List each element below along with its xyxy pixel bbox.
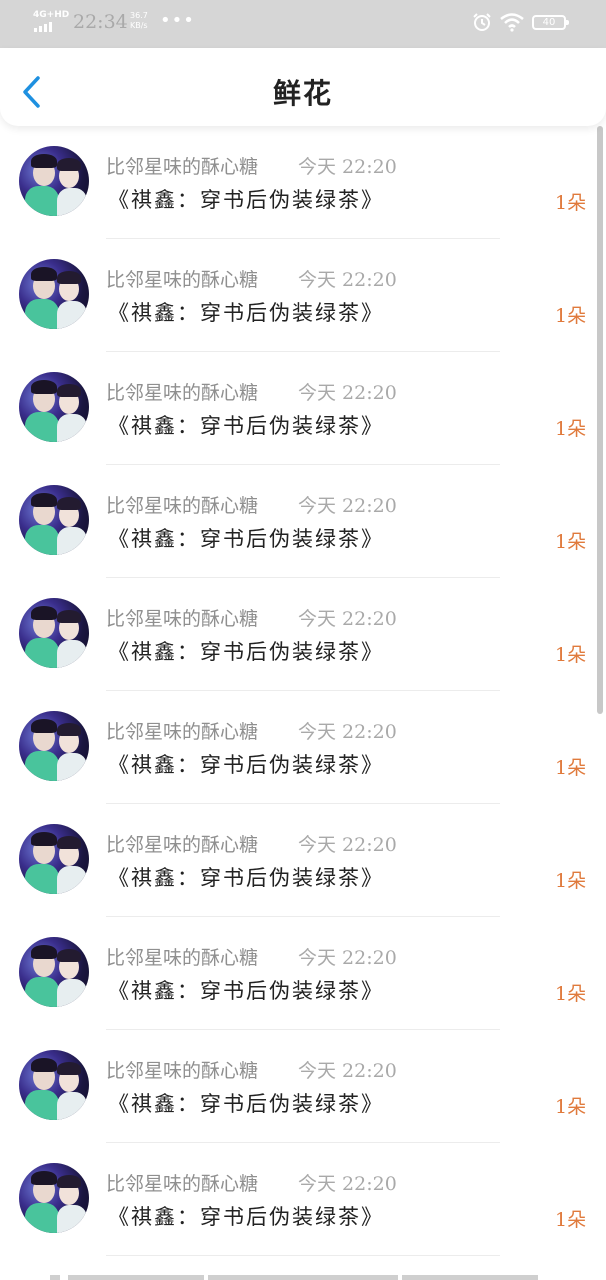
- avatar[interactable]: [19, 259, 89, 329]
- status-time: 22:34: [73, 11, 128, 33]
- avatar[interactable]: [19, 372, 89, 442]
- page-title: 鲜花: [272, 77, 333, 110]
- signal-icon: [34, 22, 58, 32]
- list-item[interactable]: 比邻星味的酥心糖 今天 22:20 《祺鑫：穿书后伪装绿茶》 1朵: [0, 1030, 606, 1143]
- battery-icon: 40: [532, 15, 569, 30]
- wifi-icon: [500, 13, 524, 32]
- book-title[interactable]: 《祺鑫：穿书后伪装绿茶》: [108, 636, 384, 666]
- book-title[interactable]: 《祺鑫：穿书后伪装绿茶》: [108, 410, 384, 440]
- username[interactable]: 比邻星味的酥心糖: [106, 265, 258, 292]
- list-item[interactable]: 比邻星味的酥心糖 今天 22:20 《祺鑫：穿书后伪装绿茶》 1朵: [0, 126, 606, 239]
- list-item[interactable]: 比邻星味的酥心糖 今天 22:20 《祺鑫：穿书后伪装绿茶》 1朵: [0, 1143, 606, 1256]
- list-item[interactable]: 比邻星味的酥心糖 今天 22:20 《祺鑫：穿书后伪装绿茶》 1朵: [0, 239, 606, 352]
- flower-count: 1朵: [555, 983, 587, 1005]
- book-title[interactable]: 《祺鑫：穿书后伪装绿茶》: [108, 1088, 384, 1118]
- timestamp: 今天 22:20: [298, 1060, 397, 1082]
- flower-count: 1朵: [555, 870, 587, 892]
- timestamp: 今天 22:20: [298, 608, 397, 630]
- timestamp: 今天 22:20: [298, 1173, 397, 1195]
- flower-record-list[interactable]: 比邻星味的酥心糖 今天 22:20 《祺鑫：穿书后伪装绿茶》 1朵 比邻星味的酥…: [0, 126, 606, 1262]
- avatar[interactable]: [19, 146, 89, 216]
- list-item[interactable]: 比邻星味的酥心糖 今天 22:20 《祺鑫：穿书后伪装绿茶》 1朵: [0, 465, 606, 578]
- avatar[interactable]: [19, 1050, 89, 1120]
- avatar[interactable]: [19, 485, 89, 555]
- nav-header: 鲜花: [0, 48, 606, 126]
- username[interactable]: 比邻星味的酥心糖: [106, 943, 258, 970]
- username[interactable]: 比邻星味的酥心糖: [106, 378, 258, 405]
- list-item[interactable]: 比邻星味的酥心糖 今天 22:20 《祺鑫：穿书后伪装绿茶》 1朵: [0, 578, 606, 691]
- book-title[interactable]: 《祺鑫：穿书后伪装绿茶》: [108, 975, 384, 1005]
- book-title[interactable]: 《祺鑫：穿书后伪装绿茶》: [108, 749, 384, 779]
- avatar[interactable]: [19, 1163, 89, 1233]
- speed-unit: KB/s: [130, 21, 148, 30]
- flower-count: 1朵: [555, 1209, 587, 1231]
- flower-count: 1朵: [555, 531, 587, 553]
- avatar[interactable]: [19, 824, 89, 894]
- username[interactable]: 比邻星味的酥心糖: [106, 830, 258, 857]
- alarm-icon: [473, 13, 491, 31]
- username[interactable]: 比邻星味的酥心糖: [106, 491, 258, 518]
- avatar[interactable]: [19, 937, 89, 1007]
- network-type: 4G+HD: [33, 10, 70, 20]
- timestamp: 今天 22:20: [298, 382, 397, 404]
- flower-count: 1朵: [555, 305, 587, 327]
- list-item[interactable]: 比邻星味的酥心糖 今天 22:20 《祺鑫：穿书后伪装绿茶》 1朵: [0, 352, 606, 465]
- divider: [106, 1255, 500, 1256]
- flower-count: 1朵: [555, 644, 587, 666]
- book-title[interactable]: 《祺鑫：穿书后伪装绿茶》: [108, 523, 384, 553]
- flower-count: 1朵: [555, 418, 587, 440]
- timestamp: 今天 22:20: [298, 495, 397, 517]
- username[interactable]: 比邻星味的酥心糖: [106, 1169, 258, 1196]
- username[interactable]: 比邻星味的酥心糖: [106, 152, 258, 179]
- next-item-edge: [0, 1272, 606, 1280]
- list-item[interactable]: 比邻星味的酥心糖 今天 22:20 《祺鑫：穿书后伪装绿茶》 1朵: [0, 917, 606, 1030]
- flower-count: 1朵: [555, 757, 587, 779]
- timestamp: 今天 22:20: [298, 947, 397, 969]
- flower-count: 1朵: [555, 192, 587, 214]
- network-speed: 36.7 KB/s: [130, 11, 148, 31]
- more-notifications: •••: [160, 10, 195, 31]
- timestamp: 今天 22:20: [298, 721, 397, 743]
- book-title[interactable]: 《祺鑫：穿书后伪装绿茶》: [108, 297, 384, 327]
- speed-value: 36.7: [130, 11, 148, 20]
- flower-count: 1朵: [555, 1096, 587, 1118]
- book-title[interactable]: 《祺鑫：穿书后伪装绿茶》: [108, 1201, 384, 1231]
- avatar[interactable]: [19, 711, 89, 781]
- list-item[interactable]: 比邻星味的酥心糖 今天 22:20 《祺鑫：穿书后伪装绿茶》 1朵: [0, 804, 606, 917]
- book-title[interactable]: 《祺鑫：穿书后伪装绿茶》: [108, 184, 384, 214]
- timestamp: 今天 22:20: [298, 834, 397, 856]
- scrollbar[interactable]: [597, 126, 603, 714]
- username[interactable]: 比邻星味的酥心糖: [106, 1056, 258, 1083]
- username[interactable]: 比邻星味的酥心糖: [106, 604, 258, 631]
- timestamp: 今天 22:20: [298, 269, 397, 291]
- book-title[interactable]: 《祺鑫：穿书后伪装绿茶》: [108, 862, 384, 892]
- avatar[interactable]: [19, 598, 89, 668]
- status-bar: 4G+HD 22:34 36.7 KB/s ••• 40: [0, 0, 606, 48]
- list-item[interactable]: 比邻星味的酥心糖 今天 22:20 《祺鑫：穿书后伪装绿茶》 1朵: [0, 691, 606, 804]
- timestamp: 今天 22:20: [298, 156, 397, 178]
- username[interactable]: 比邻星味的酥心糖: [106, 717, 258, 744]
